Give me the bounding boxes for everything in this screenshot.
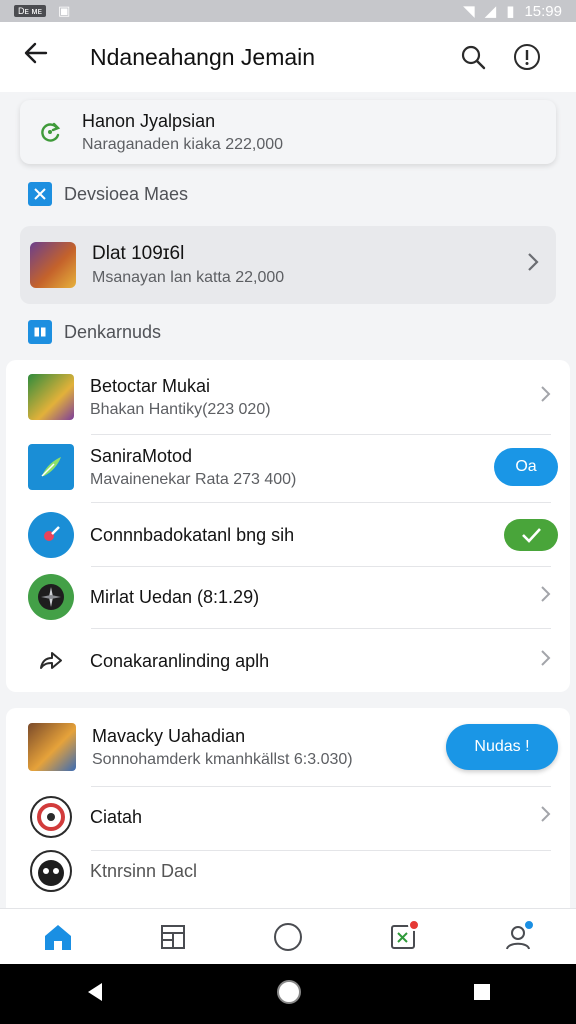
profile-icon[interactable] xyxy=(493,915,543,959)
refresh-icon xyxy=(34,116,66,148)
list-item[interactable]: Betoctar Mukai Bhakan Hantiky(223 020) xyxy=(28,374,558,420)
status-bar: Dᴇ ᴍᴇ ▣ ◥ ◢ ▮ 15:99 xyxy=(0,0,576,22)
divider xyxy=(91,566,551,567)
main-content: Hanon Jyalpsian Naraganaden kiaka 222,00… xyxy=(0,92,576,908)
list-item[interactable]: Ktnrsinn Dacl xyxy=(28,848,558,894)
home-circle-icon[interactable] xyxy=(275,978,303,1011)
list-item-title: Connnbadokatanl bng sih xyxy=(90,524,295,545)
list-item-subtitle: Mavainenekar Rata 273 400) xyxy=(90,470,297,488)
divider xyxy=(91,786,551,787)
featured-item[interactable]: Dlat 109ɪ6l Msanayan lan katta 22,000 xyxy=(20,226,556,304)
list-item-subtitle: Sonnohamderk kmanhkällst 6:3.030) xyxy=(92,750,353,768)
top-card[interactable]: Hanon Jyalpsian Naraganaden kiaka 222,00… xyxy=(20,100,556,164)
info-icon[interactable] xyxy=(500,43,554,71)
chevron-right-icon xyxy=(520,251,546,280)
share-icon xyxy=(28,638,74,684)
install-button[interactable]: Nudas ! xyxy=(446,724,558,770)
back-triangle-icon[interactable] xyxy=(84,981,106,1008)
circle-icon[interactable] xyxy=(263,915,313,959)
section-header-1: Devsioea Maes xyxy=(28,182,188,206)
list-item[interactable]: Mirlat Uedan (8:1.29) xyxy=(28,574,558,620)
open-button[interactable]: Oa xyxy=(494,448,558,486)
chevron-right-icon xyxy=(532,803,558,831)
calendar-grid-icon[interactable] xyxy=(148,915,198,959)
chevron-right-icon xyxy=(532,583,558,611)
app-bar: Ndaneahangn Jemain xyxy=(0,22,576,92)
system-navigation-bar xyxy=(0,964,576,1024)
list-item-title: Ciatah xyxy=(90,806,143,827)
list-item[interactable]: Ciatah xyxy=(28,794,558,840)
divider xyxy=(91,628,551,629)
list-item-title: Ktnrsinn Dacl xyxy=(90,860,198,881)
app-thumbnail-icon xyxy=(28,374,74,420)
notification-badge: Dᴇ ᴍᴇ xyxy=(14,5,47,17)
battery-icon: ▮ xyxy=(506,3,515,20)
page-title: Ndaneahangn Jemain xyxy=(90,43,316,70)
apps-list-2: Mavacky Uahadian Sonnohamderk kmanhkälls… xyxy=(6,708,570,908)
list-item-title: Conakaranlinding aplh xyxy=(90,650,270,671)
tasks-icon[interactable] xyxy=(378,915,428,959)
list-item-title: Mavacky Uahadian xyxy=(92,725,246,746)
wifi-icon: ◥ xyxy=(463,3,475,20)
close-square-icon xyxy=(28,182,52,206)
chevron-right-icon xyxy=(532,647,558,675)
apps-list: Betoctar Mukai Bhakan Hantiky(223 020) S… xyxy=(6,360,570,692)
notification-dot xyxy=(408,918,421,931)
top-card-subtitle: Naraganaden kiaka 222,000 xyxy=(82,135,284,153)
list-item-title: SaniraMotod xyxy=(90,445,193,466)
list-item[interactable]: SaniraMotod Mavainenekar Rata 273 400) O… xyxy=(28,444,558,490)
notification-icon: ▣ xyxy=(58,3,71,18)
divider xyxy=(91,502,551,503)
target-app-icon xyxy=(28,794,74,840)
section-header-2: Denkarnuds xyxy=(28,320,161,344)
grid-square-icon xyxy=(28,320,52,344)
search-icon[interactable] xyxy=(446,44,500,70)
section-2-label: Denkarnuds xyxy=(64,321,162,342)
list-item[interactable]: Connnbadokatanl bng sih xyxy=(28,512,558,558)
featured-subtitle: Msanayan lan katta 22,000 xyxy=(92,269,285,286)
section-1-label: Devsioea Maes xyxy=(64,183,189,204)
game-thumbnail-icon xyxy=(28,723,76,771)
chevron-right-icon xyxy=(532,383,558,411)
compass-app-icon xyxy=(28,574,74,620)
notification-dot xyxy=(523,918,536,931)
game-thumbnail-icon xyxy=(30,242,76,288)
list-item-title: Mirlat Uedan (8:1.29) xyxy=(90,586,260,607)
check-toggle[interactable] xyxy=(504,519,558,551)
featured-title: Dlat 109ɪ6l xyxy=(92,243,185,264)
brush-app-icon xyxy=(28,512,74,558)
bottom-navigation xyxy=(0,908,576,964)
status-time: 15:99 xyxy=(524,2,562,20)
recents-square-icon[interactable] xyxy=(472,982,492,1007)
top-card-title: Hanon Jyalpsian xyxy=(82,110,216,131)
list-item-subtitle: Bhakan Hantiky(223 020) xyxy=(90,400,271,418)
list-item[interactable]: Mavacky Uahadian Sonnohamderk kmanhkälls… xyxy=(28,720,558,774)
list-item[interactable]: Conakaranlinding aplh xyxy=(28,638,558,684)
back-arrow-icon[interactable] xyxy=(22,39,72,75)
panda-app-icon xyxy=(28,848,74,894)
home-icon[interactable] xyxy=(33,915,83,959)
signal-icon: ◢ xyxy=(484,3,497,20)
feather-app-icon xyxy=(28,444,74,490)
list-item-title: Betoctar Mukai xyxy=(90,375,211,396)
divider xyxy=(91,434,551,435)
